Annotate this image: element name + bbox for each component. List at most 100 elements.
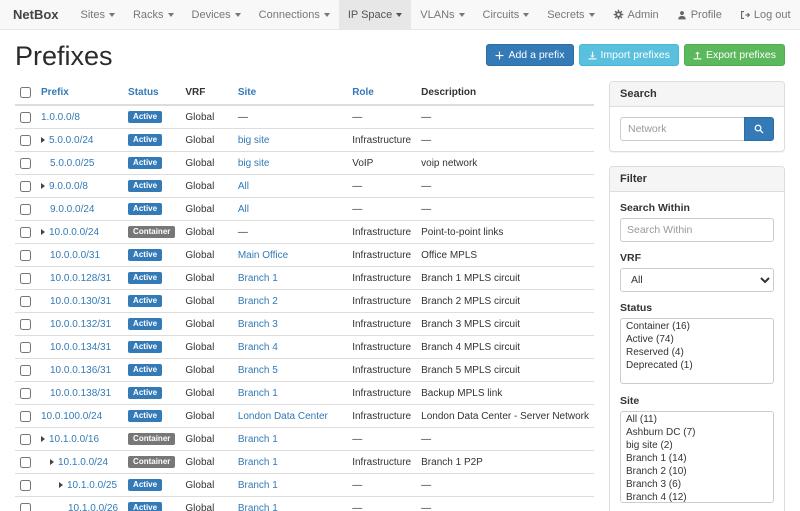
prefix-link[interactable]: 10.0.0.130/31 xyxy=(50,296,111,307)
row-checkbox[interactable] xyxy=(20,434,31,445)
listbox-option[interactable]: Branch 4 (12) xyxy=(622,491,772,503)
select-all-checkbox[interactable] xyxy=(20,87,31,98)
nav-item-connections[interactable]: Connections xyxy=(250,0,339,29)
row-checkbox[interactable] xyxy=(20,457,31,468)
prefix-link[interactable]: 5.0.0.0/25 xyxy=(50,158,94,169)
column-header-site[interactable]: Site xyxy=(238,87,256,98)
row-checkbox[interactable] xyxy=(20,503,31,511)
row-checkbox[interactable] xyxy=(20,480,31,491)
nav-item-vlans[interactable]: VLANs xyxy=(411,0,473,29)
listbox-option[interactable]: Ashburn DC (7) xyxy=(622,426,772,439)
vrf-select[interactable]: All xyxy=(620,268,774,292)
prefix-cell: 10.1.0.0/26 xyxy=(36,497,123,511)
site-link[interactable]: Branch 3 xyxy=(238,319,278,330)
row-checkbox[interactable] xyxy=(20,227,31,238)
site-link[interactable]: Branch 1 xyxy=(238,503,278,511)
prefix-link[interactable]: 10.1.0.0/25 xyxy=(67,480,117,491)
row-checkbox[interactable] xyxy=(20,158,31,169)
row-checkbox[interactable] xyxy=(20,342,31,353)
listbox-option[interactable]: Deprecated (1) xyxy=(622,359,772,372)
listbox-option[interactable]: Branch 1 (14) xyxy=(622,452,772,465)
row-checkbox[interactable] xyxy=(20,181,31,192)
prefix-link[interactable]: 9.0.0.0/24 xyxy=(50,204,94,215)
row-checkbox[interactable] xyxy=(20,273,31,284)
table-row: 10.1.0.0/24ContainerGlobalBranch 1Infras… xyxy=(15,451,594,474)
site-link[interactable]: All xyxy=(238,181,249,192)
prefix-link[interactable]: 10.0.0.0/24 xyxy=(49,227,99,238)
prefix-link[interactable]: 10.0.0.0/31 xyxy=(50,250,100,261)
nav-profile[interactable]: Profile xyxy=(668,0,731,29)
prefix-link[interactable]: 10.0.0.138/31 xyxy=(50,388,111,399)
nav-item-label: Circuits xyxy=(483,9,520,21)
prefix-link[interactable]: 10.1.0.0/16 xyxy=(49,434,99,445)
prefix-link[interactable]: 10.0.0.132/31 xyxy=(50,319,111,330)
search-within-input[interactable] xyxy=(620,218,774,242)
site-link[interactable]: big site xyxy=(238,135,270,146)
description-cell: London Data Center - Server Network xyxy=(416,405,594,428)
listbox-option[interactable]: Reserved (4) xyxy=(622,346,772,359)
listbox-option[interactable]: Branch 2 (10) xyxy=(622,465,772,478)
site-listbox[interactable]: All (11)Ashburn DC (7)big site (2)Branch… xyxy=(620,411,774,503)
row-checkbox[interactable] xyxy=(20,296,31,307)
column-header-role[interactable]: Role xyxy=(352,87,374,98)
site-link[interactable]: Branch 1 xyxy=(238,434,278,445)
chevron-down-icon xyxy=(589,13,595,17)
site-link[interactable]: Main Office xyxy=(238,250,288,261)
search-input[interactable] xyxy=(620,117,744,141)
row-checkbox[interactable] xyxy=(20,319,31,330)
row-checkbox[interactable] xyxy=(20,135,31,146)
import-prefixes-button[interactable]: Import prefixes xyxy=(579,44,679,66)
nav-item-circuits[interactable]: Circuits xyxy=(474,0,539,29)
role-cell: Infrastructure xyxy=(347,267,416,290)
add-prefix-button[interactable]: Add a prefix xyxy=(486,44,573,66)
listbox-option[interactable]: big site (2) xyxy=(622,439,772,452)
site-link[interactable]: London Data Center xyxy=(238,411,328,422)
nav-item-racks[interactable]: Racks xyxy=(124,0,183,29)
row-checkbox[interactable] xyxy=(20,204,31,215)
prefix-link[interactable]: 10.0.0.128/31 xyxy=(50,273,111,284)
site-link[interactable]: Branch 2 xyxy=(238,296,278,307)
nav-item-ip-space[interactable]: IP Space xyxy=(339,0,411,29)
prefix-link[interactable]: 10.0.0.136/31 xyxy=(50,365,111,376)
description-cell: voip network xyxy=(416,152,594,175)
checkbox-cell xyxy=(15,105,36,129)
prefix-link[interactable]: 10.0.100.0/24 xyxy=(41,411,102,422)
nav-item-devices[interactable]: Devices xyxy=(183,0,250,29)
nav-item-secrets[interactable]: Secrets xyxy=(538,0,603,29)
export-prefixes-button[interactable]: Export prefixes xyxy=(684,44,785,66)
nav-item-label: Secrets xyxy=(547,9,584,21)
site-link[interactable]: big site xyxy=(238,158,270,169)
prefix-link[interactable]: 10.1.0.0/24 xyxy=(58,457,108,468)
site-link[interactable]: Branch 1 xyxy=(238,388,278,399)
site-link[interactable]: All xyxy=(238,204,249,215)
site-cell: Branch 1 xyxy=(233,474,347,497)
prefix-link[interactable]: 1.0.0.0/8 xyxy=(41,112,80,123)
row-checkbox[interactable] xyxy=(20,250,31,261)
site-link[interactable]: Branch 1 xyxy=(238,457,278,468)
site-link[interactable]: Branch 5 xyxy=(238,365,278,376)
prefix-link[interactable]: 10.1.0.0/26 xyxy=(68,503,118,511)
site-link[interactable]: Branch 1 xyxy=(238,480,278,491)
site-link[interactable]: Branch 4 xyxy=(238,342,278,353)
prefix-cell: 10.1.0.0/16 xyxy=(36,428,123,451)
listbox-option[interactable]: Branch 3 (6) xyxy=(622,478,772,491)
listbox-option[interactable]: All (11) xyxy=(622,413,772,426)
column-header-prefix[interactable]: Prefix xyxy=(41,87,69,98)
brand-netbox[interactable]: NetBox xyxy=(0,0,72,29)
row-checkbox[interactable] xyxy=(20,388,31,399)
prefix-link[interactable]: 10.0.0.134/31 xyxy=(50,342,111,353)
status-listbox[interactable]: Container (16)Active (74)Reserved (4)Dep… xyxy=(620,318,774,384)
nav-admin[interactable]: Admin xyxy=(604,0,668,29)
listbox-option[interactable]: Active (74) xyxy=(622,333,772,346)
prefix-link[interactable]: 9.0.0.0/8 xyxy=(49,181,88,192)
row-checkbox[interactable] xyxy=(20,365,31,376)
nav-logout[interactable]: Log out xyxy=(731,0,800,29)
nav-item-sites[interactable]: Sites xyxy=(72,0,124,29)
listbox-option[interactable]: Container (16) xyxy=(622,320,772,333)
prefix-link[interactable]: 5.0.0.0/24 xyxy=(49,135,93,146)
row-checkbox[interactable] xyxy=(20,411,31,422)
site-link[interactable]: Branch 1 xyxy=(238,273,278,284)
search-button[interactable] xyxy=(744,117,774,141)
row-checkbox[interactable] xyxy=(20,112,31,123)
column-header-status[interactable]: Status xyxy=(128,87,159,98)
